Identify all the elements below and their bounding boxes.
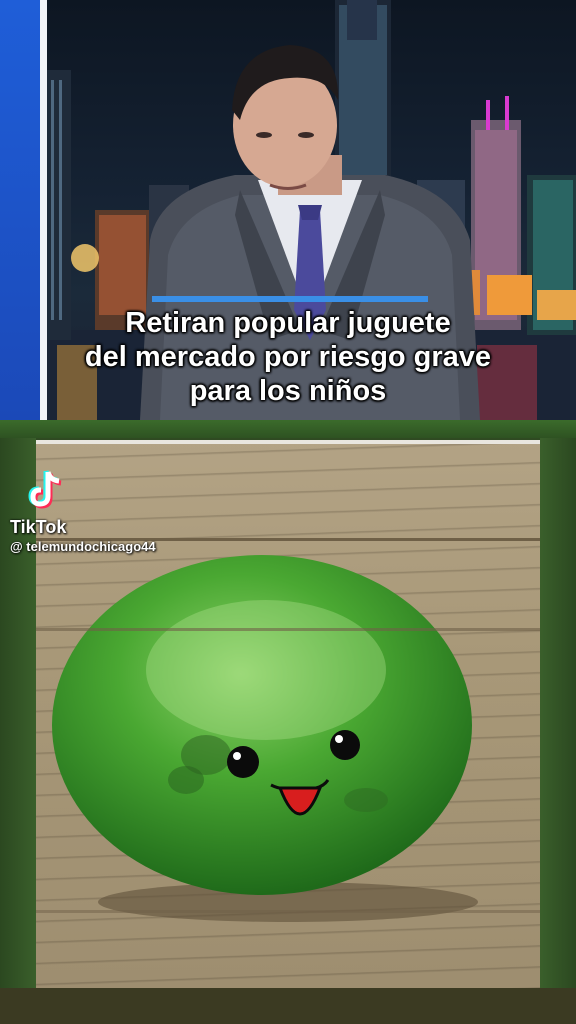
headline-line-3: para los niños: [189, 375, 387, 407]
section-divider: [0, 420, 576, 438]
right-blurred-strip: [540, 438, 576, 988]
blue-side-bar: [0, 0, 40, 420]
wood-plank-seam: [36, 628, 540, 631]
headline-line-2: del mercado por riesgo grave: [84, 341, 492, 373]
photo-top-edge: [36, 440, 540, 444]
news-broadcast-frame: Retiran popular juguete del mercado por …: [0, 0, 576, 420]
wood-plank-seam: [36, 910, 540, 913]
tiktok-brand-name: TikTok: [10, 517, 67, 537]
news-headline: Retiran popular juguete del mercado por …: [47, 306, 529, 408]
bottom-band: [0, 988, 576, 1024]
tiktok-logo-icon: [28, 470, 62, 509]
white-side-stripe: [40, 0, 47, 420]
tiktok-watermark: TikTok @ telemundochicago44: [10, 468, 210, 563]
headline-line-1: Retiran popular juguete: [125, 307, 451, 339]
lower-third-accent-bar: [152, 296, 428, 302]
tiktok-username: @ telemundochicago44: [10, 539, 156, 554]
